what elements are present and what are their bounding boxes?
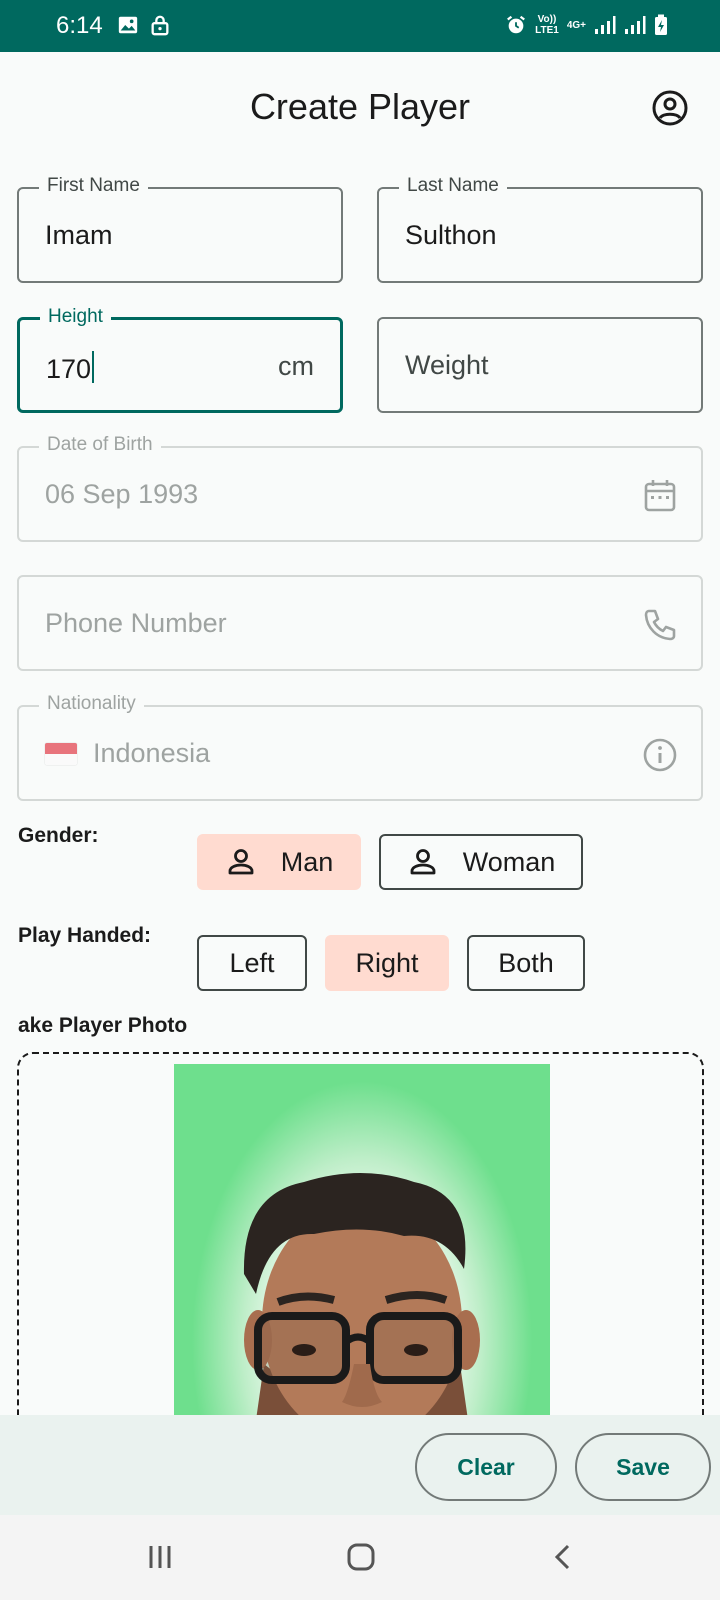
last-name-label: Last Name	[399, 175, 507, 197]
network-type: 4G+	[566, 19, 586, 31]
height-unit: cm	[278, 351, 314, 381]
save-button[interactable]: Save	[575, 1433, 711, 1501]
handed-option-right[interactable]: Right	[325, 935, 449, 991]
weight-placeholder: Weight	[405, 350, 489, 380]
first-name-label: First Name	[39, 175, 148, 197]
handed-option-left[interactable]: Left	[197, 935, 307, 991]
height-value: 170	[46, 354, 92, 384]
first-name-field[interactable]: First Name Imam	[17, 175, 343, 283]
player-photo	[174, 1064, 550, 1434]
lte-indicator: LTE1	[535, 25, 559, 36]
info-icon[interactable]	[641, 736, 679, 774]
date-of-birth-field[interactable]: Date of Birth 06 Sep 1993	[17, 434, 703, 542]
home-icon[interactable]	[346, 1543, 376, 1571]
image-icon	[118, 16, 138, 34]
person-icon	[228, 849, 254, 875]
gender-option-woman[interactable]: Woman	[379, 834, 583, 890]
nationality-field[interactable]: Nationality Indonesia	[17, 693, 703, 801]
nationality-label: Nationality	[39, 693, 144, 715]
weight-field[interactable]: Weight	[377, 317, 703, 413]
account-circle-icon[interactable]	[650, 88, 690, 128]
page-title: Create Player	[249, 86, 471, 127]
recent-apps-icon[interactable]	[146, 1543, 174, 1571]
back-icon[interactable]	[552, 1543, 572, 1571]
gender-option-label: Woman	[462, 846, 556, 877]
gender-option-label: Man	[280, 846, 334, 877]
nationality-value: Indonesia	[93, 738, 211, 768]
text-cursor	[92, 351, 95, 383]
person-icon	[410, 849, 436, 875]
handed-option-label: Left	[229, 947, 275, 978]
gender-label: Gender:	[18, 824, 99, 847]
status-bar: 6:14 Vo)) LTE1 4G+	[0, 0, 720, 52]
handed-option-label: Right	[355, 947, 419, 978]
height-label: Height	[40, 306, 111, 328]
signal-icon	[595, 16, 616, 34]
volte-indicator: Vo))	[537, 14, 557, 25]
lock-icon	[151, 15, 169, 36]
handed-option-both[interactable]: Both	[467, 935, 585, 991]
height-field[interactable]: Height 170 cm	[17, 306, 343, 413]
system-nav-bar	[0, 1515, 720, 1600]
phone-icon	[644, 609, 676, 641]
alarm-icon	[507, 15, 526, 34]
phone-number-field[interactable]: Phone Number	[17, 575, 703, 671]
photo-capture-area[interactable]	[17, 1052, 704, 1452]
handed-option-label: Both	[498, 947, 554, 978]
first-name-value: Imam	[45, 220, 113, 250]
signal-icon	[625, 16, 646, 34]
gender-option-man[interactable]: Man	[197, 834, 361, 890]
date-of-birth-label: Date of Birth	[39, 434, 161, 456]
play-handed-label: Play Handed:	[18, 924, 152, 947]
last-name-value: Sulthon	[405, 220, 497, 250]
status-time: 6:14	[56, 12, 103, 39]
last-name-field[interactable]: Last Name Sulthon	[377, 175, 703, 283]
phone-number-placeholder: Phone Number	[45, 608, 227, 638]
calendar-icon[interactable]	[641, 477, 679, 515]
player-photo-image	[243, 1173, 480, 1434]
battery-charging-icon	[655, 14, 667, 35]
indonesia-flag-icon	[45, 743, 77, 765]
clear-button[interactable]: Clear	[415, 1433, 557, 1501]
date-of-birth-value: 06 Sep 1993	[45, 479, 199, 509]
photo-label: ake Player Photo	[18, 1014, 188, 1037]
action-bar: Clear Save	[0, 1415, 720, 1515]
